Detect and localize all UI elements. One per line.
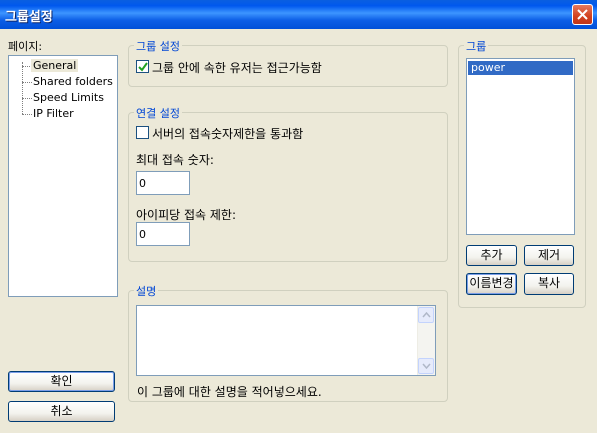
description-hint: 이 그룹에 대한 설명을 적어넣으세요. — [137, 385, 322, 399]
bypass-limit-checkbox[interactable] — [136, 126, 149, 139]
per-ip-limit-label: 아이피당 접속 제한: — [136, 208, 236, 222]
connection-settings-title: 연결 설정 — [134, 105, 182, 121]
description-title: 설명 — [134, 283, 159, 299]
pages-label: 페이지: — [8, 40, 43, 53]
description-scrollbar[interactable] — [417, 306, 435, 375]
ok-button[interactable]: 확인 — [8, 371, 115, 392]
scroll-down-button[interactable] — [418, 358, 434, 374]
group-list-item-label: power — [471, 61, 505, 74]
access-checkbox-label[interactable]: 그룹 안에 속한 유저는 접근가능함 — [152, 59, 322, 76]
per-ip-limit-input[interactable] — [136, 222, 190, 246]
chevron-down-icon — [422, 363, 431, 369]
tree-item-speed-limits[interactable]: Speed Limits — [33, 91, 104, 104]
chevron-up-icon — [422, 312, 431, 318]
close-icon — [577, 9, 588, 20]
add-group-button[interactable]: 추가 — [466, 245, 517, 266]
close-button[interactable] — [572, 4, 593, 25]
tree-item-shared-folders[interactable]: Shared folders — [33, 75, 113, 88]
access-checkbox[interactable] — [136, 60, 149, 73]
rename-group-button[interactable]: 이름변경 — [466, 273, 517, 295]
tree-item-ip-filter[interactable]: IP Filter — [33, 107, 74, 120]
copy-group-button[interactable]: 복사 — [524, 273, 574, 295]
group-list-item[interactable]: power — [468, 61, 573, 75]
group-settings-title: 그룹 설정 — [134, 38, 182, 54]
title-bar[interactable]: 그룹설정 — [0, 0, 597, 29]
tree-connector — [22, 114, 32, 115]
max-connections-input[interactable] — [136, 171, 190, 195]
bypass-limit-label[interactable]: 서버의 접속숫자제한을 통과함 — [152, 125, 303, 142]
tree-item-general[interactable]: General — [31, 59, 79, 72]
max-connections-label: 최대 접속 숫자: — [136, 153, 214, 167]
tree-connector — [22, 82, 32, 83]
window-title: 그룹설정 — [5, 10, 53, 25]
pages-tree[interactable]: General Shared folders Speed Limits IP F… — [8, 55, 118, 297]
tree-connector — [22, 98, 32, 99]
checkmark-icon — [138, 62, 148, 72]
groups-title: 그룹 — [464, 38, 489, 54]
cancel-button[interactable]: 취소 — [8, 401, 115, 422]
tree-connector — [22, 62, 23, 114]
remove-group-button[interactable]: 제거 — [524, 245, 574, 266]
groups-list[interactable]: power — [466, 58, 575, 235]
scroll-up-button[interactable] — [418, 307, 434, 323]
description-textarea[interactable] — [136, 305, 436, 376]
